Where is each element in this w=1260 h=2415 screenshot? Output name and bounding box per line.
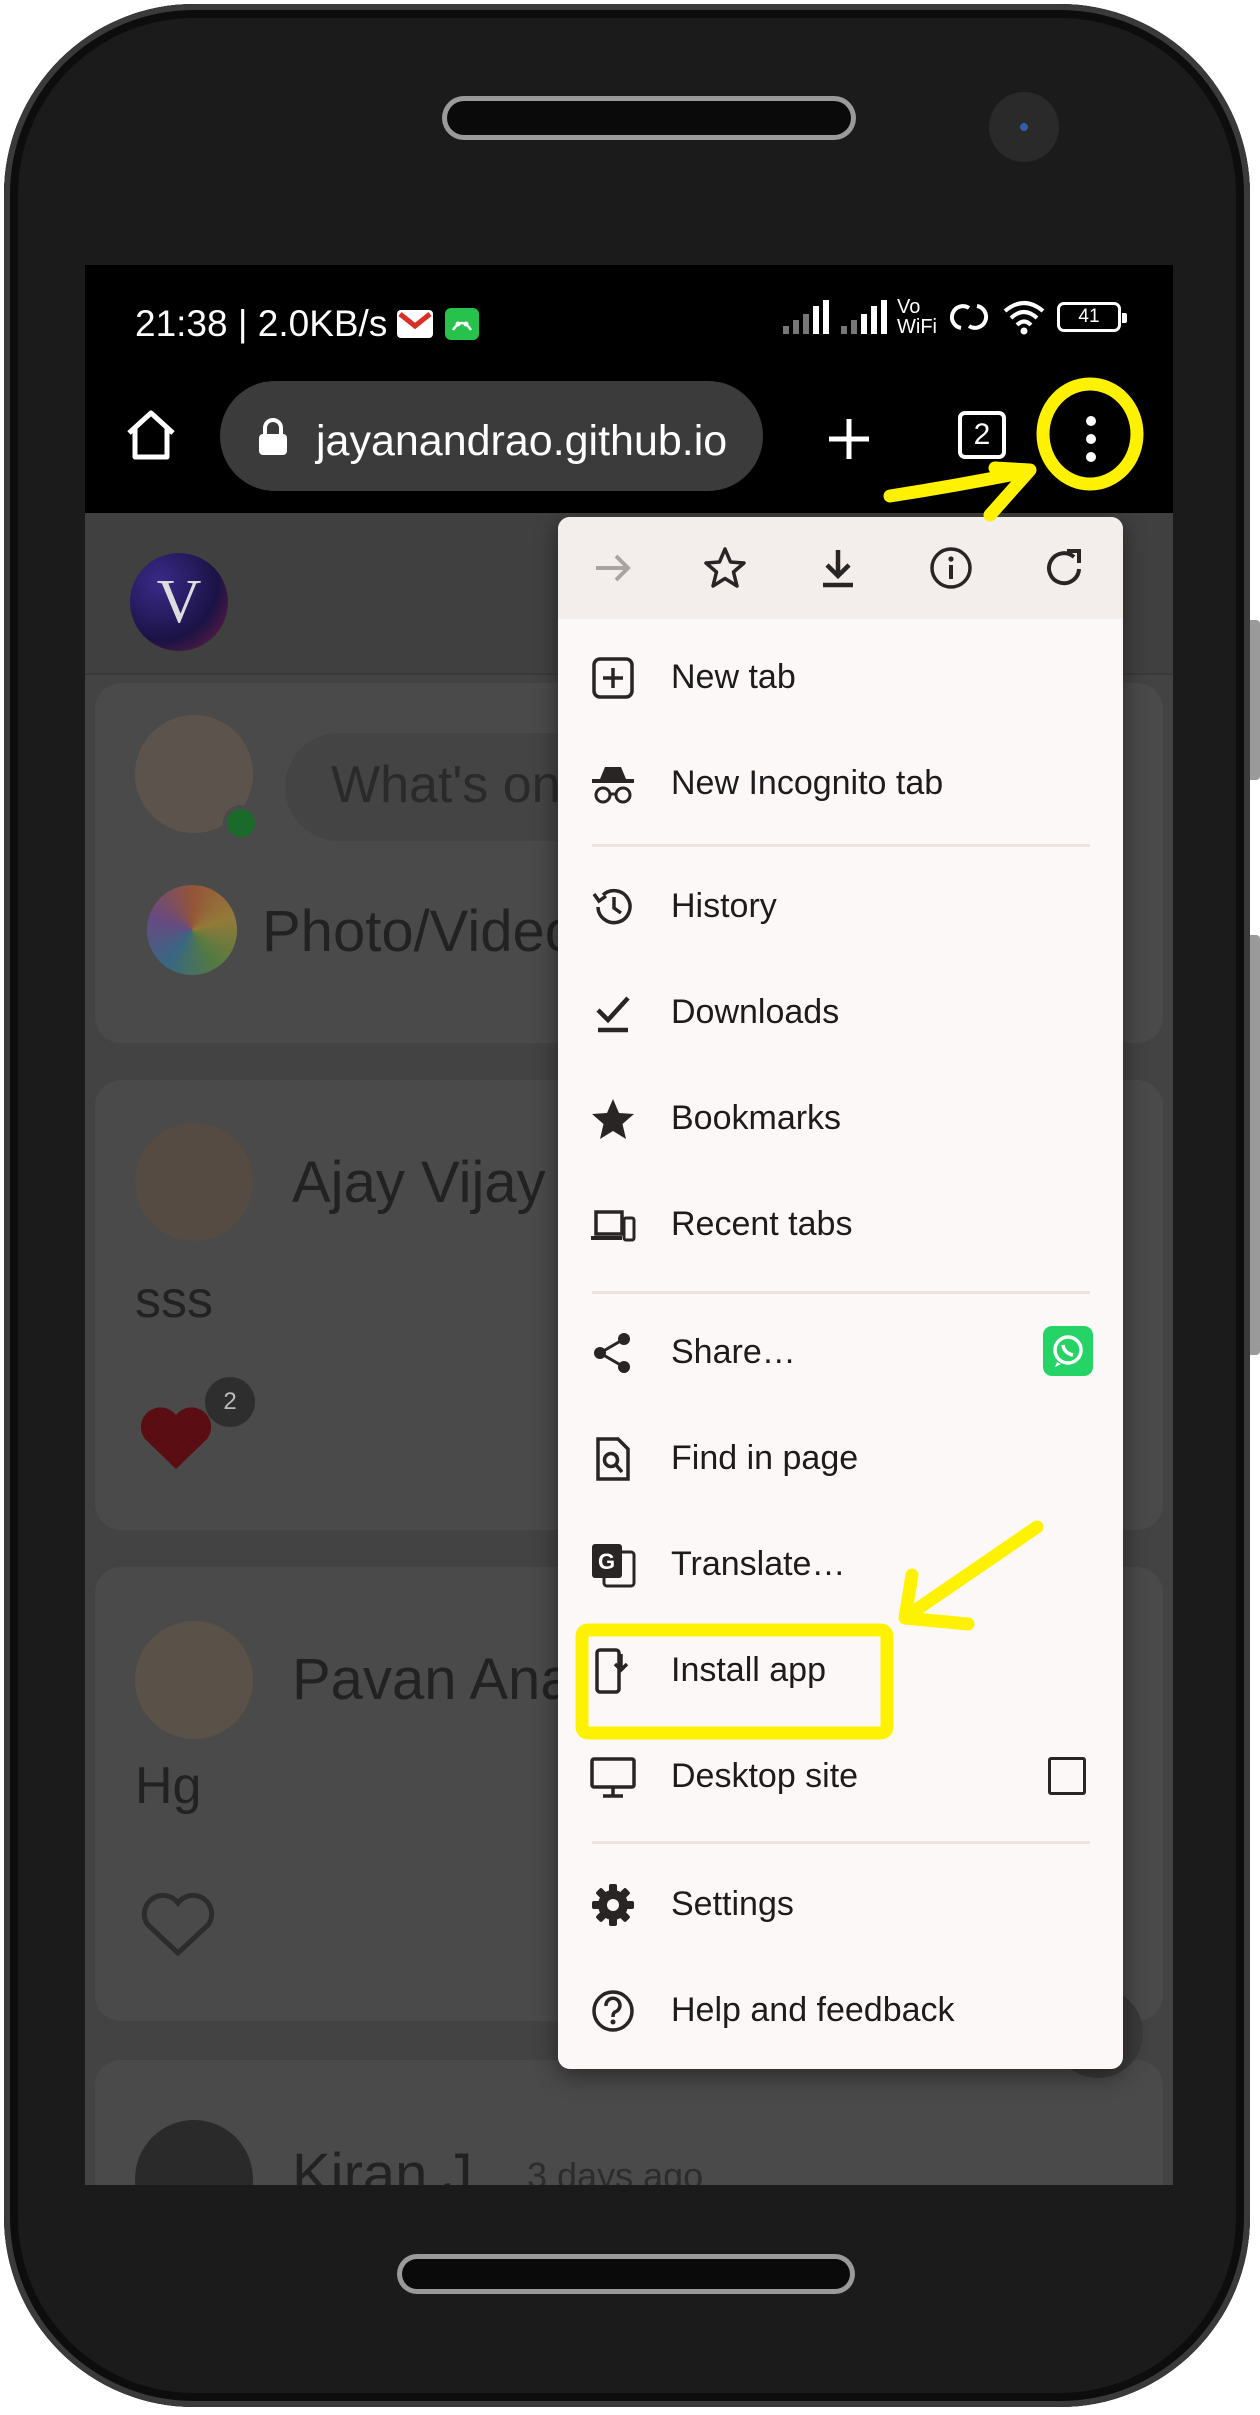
signal-2-icon [841,300,888,334]
home-bar [402,2259,850,2289]
new-tab-icon [592,657,634,699]
menu-item-label: History [671,887,777,925]
share-icon [594,1333,630,1373]
menu-divider [592,1841,1090,1844]
power-button [1250,935,1260,1355]
bookmark-star-icon[interactable] [702,545,748,591]
svg-text:G: G [598,1549,615,1574]
menu-item-label: Share… [671,1333,796,1371]
translate-icon: G [592,1544,636,1588]
heart-icon[interactable] [137,1403,215,1473]
find-in-page-icon [596,1437,630,1481]
post-text: sss [135,1271,213,1329]
settings-gear-icon [592,1884,634,1926]
desktop-icon [590,1757,636,1798]
menu-item-new-tab[interactable]: New tab [558,625,1123,731]
menu-item-label: New Incognito tab [671,764,944,802]
front-camera [989,92,1059,162]
android-app-icon [445,308,479,340]
incognito-icon [592,767,634,804]
menu-item-label: Settings [671,1885,794,1923]
vowifi-label: Vo WiFi [897,296,937,338]
menu-item-recent-tabs[interactable]: Recent tabs [558,1172,1123,1278]
post-author[interactable]: Kiran J [292,2141,473,2185]
post-author[interactable]: Ajay Vijay A [292,1149,597,1216]
brand-logo[interactable]: V [130,553,228,651]
menu-item-label: Desktop site [671,1757,859,1795]
menu-item-desktop-site[interactable]: Desktop site [558,1724,1123,1830]
menu-item-translate[interactable]: G Translate… [558,1512,1123,1618]
tab-count: 2 [973,418,991,451]
forward-icon[interactable] [590,545,636,591]
install-app-icon [595,1648,629,1694]
like-count-badge: 2 [205,1377,255,1427]
post-author[interactable]: Pavan Ana [292,1646,573,1713]
menu-item-label: New tab [671,658,796,696]
menu-item-bookmarks[interactable]: Bookmarks [558,1066,1123,1172]
wifi-icon [1003,301,1045,335]
status-icons: Vo WiFi 41 [781,296,1127,338]
bookmarks-star-icon [592,1099,634,1139]
earpiece-speaker [447,101,851,135]
home-icon[interactable] [123,407,179,463]
history-icon [592,888,632,925]
more-options-icon[interactable] [1081,413,1101,465]
menu-item-label: Translate… [671,1545,846,1583]
battery-level: 41 [1078,306,1100,327]
menu-item-label: Downloads [671,993,840,1031]
menu-item-label: Bookmarks [671,1099,842,1137]
recent-tabs-icon [591,1210,636,1242]
menu-item-history[interactable]: History [558,854,1123,960]
reload-icon[interactable] [1041,545,1087,591]
menu-item-share[interactable]: Share… [558,1300,1123,1406]
url-text[interactable]: jayanandrao.github.io [316,417,727,466]
menu-item-label: Recent tabs [671,1205,853,1243]
photo-icon [147,885,237,975]
gmail-icon [397,310,433,338]
menu-item-label: Help and feedback [671,1991,955,2029]
whatsapp-icon[interactable] [1043,1326,1093,1376]
post-time: 3 days ago [527,2155,704,2185]
menu-divider [592,1291,1090,1294]
menu-item-downloads[interactable]: Downloads [558,960,1123,1066]
signal-1-icon [783,300,830,334]
info-icon[interactable] [928,545,974,591]
menu-item-label: Install app [671,1651,826,1689]
battery-icon: 41 [1057,302,1127,332]
post-author-avatar[interactable] [135,1621,253,1739]
menu-item-help-feedback[interactable]: Help and feedback [558,1958,1123,2064]
menu-divider [592,844,1090,847]
photo-video-label[interactable]: Photo/Video [262,898,577,965]
status-bar: 21:38 | 2.0KB/s Vo WiFi 41 [85,265,1173,365]
heart-outline-icon[interactable] [140,1891,216,1959]
desktop-site-checkbox[interactable] [1048,1757,1086,1795]
menu-item-label: Find in page [671,1439,859,1477]
tab-switcher-button[interactable]: 2 [958,411,1006,459]
browser-toolbar: jayanandrao.github.io 2 [85,365,1173,513]
browser-overflow-menu: New tab New Incognito tab History Downlo… [558,517,1123,2069]
post-text: Hg [135,1757,202,1815]
downloads-icon [596,996,630,1033]
online-dot [223,805,259,841]
help-icon [592,1990,634,2032]
hotspot-icon [949,304,989,330]
volume-button [1250,620,1260,780]
menu-item-install-app[interactable]: Install app [558,1618,1123,1724]
address-bar[interactable]: jayanandrao.github.io [220,381,763,491]
lock-icon[interactable] [256,417,290,457]
status-time: 21:38 | 2.0KB/s [135,303,388,344]
menu-item-settings[interactable]: Settings [558,1852,1123,1958]
menu-action-row [558,517,1123,619]
phone-screen: 21:38 | 2.0KB/s Vo WiFi 41 jayanandrao.g… [85,265,1173,2185]
menu-item-find-in-page[interactable]: Find in page [558,1406,1123,1512]
menu-item-new-incognito-tab[interactable]: New Incognito tab [558,731,1123,837]
download-icon[interactable] [815,545,861,591]
new-tab-plus-icon[interactable] [825,415,873,463]
post-author-avatar[interactable] [135,1123,253,1241]
